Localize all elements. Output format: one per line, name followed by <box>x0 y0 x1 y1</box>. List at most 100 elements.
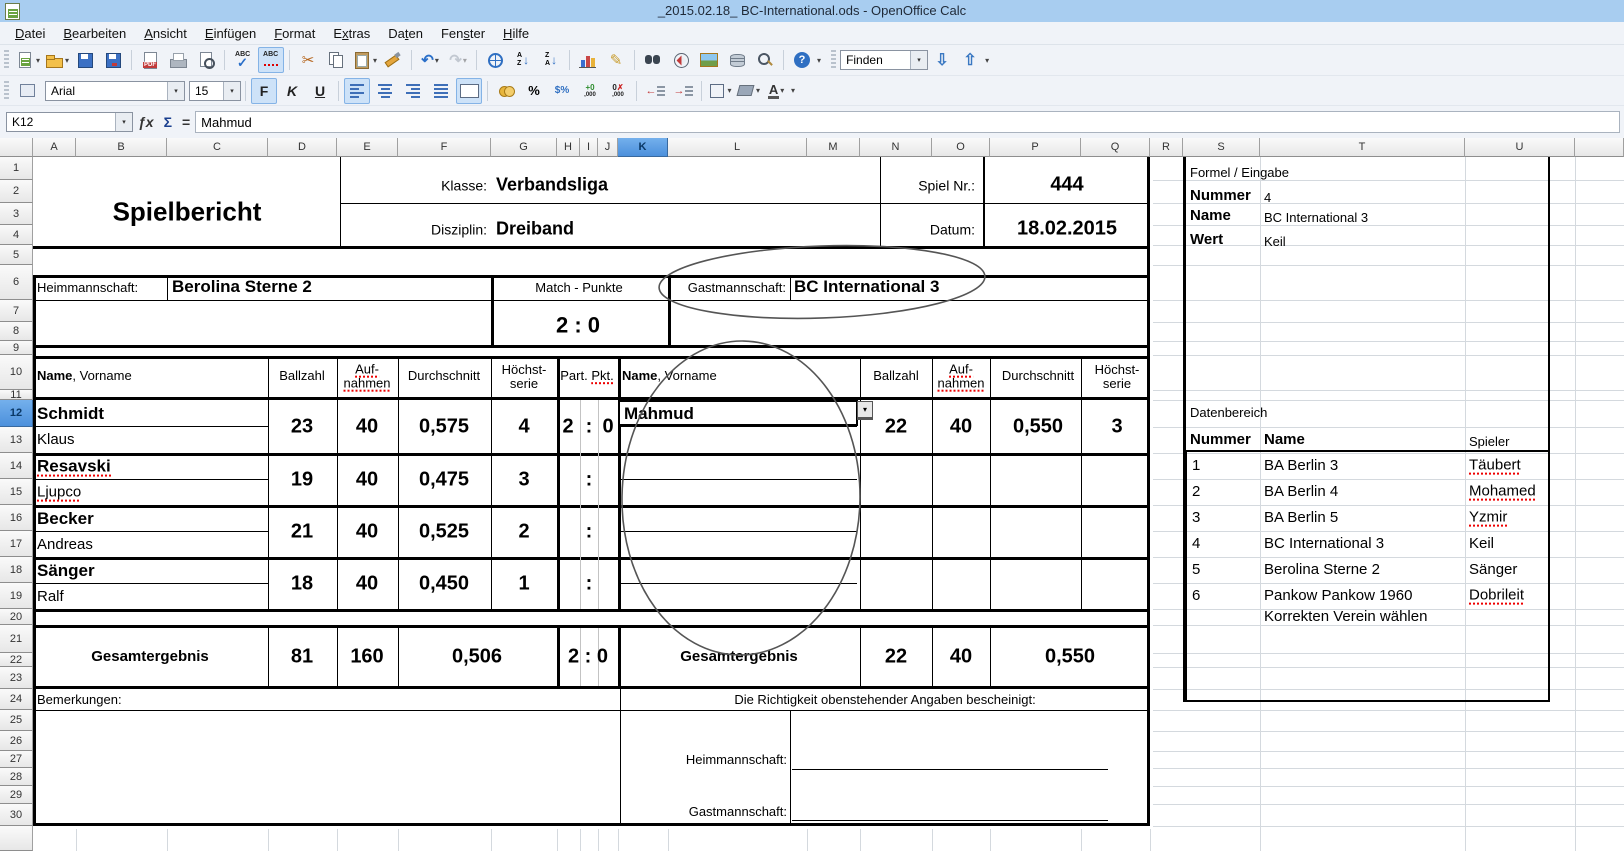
gast-label-cell[interactable]: Gastmannschaft: <box>688 281 786 295</box>
header-hoechstserie[interactable]: serie <box>1103 377 1131 391</box>
column-header-C[interactable]: C <box>167 138 268 157</box>
player-firstname-cell[interactable]: Klaus <box>37 432 75 448</box>
menu-format[interactable]: Format <box>265 24 324 43</box>
field-nummer-value[interactable]: 4 <box>1264 191 1271 205</box>
column-header-H[interactable]: H <box>557 138 580 157</box>
player-ballzahl-cell[interactable]: 18 <box>291 573 313 595</box>
datum-label-cell[interactable]: Datum: <box>930 222 975 238</box>
font-name-select[interactable]: Arial ▾ <box>45 80 185 101</box>
player-part-cell[interactable]: 2 <box>562 416 573 438</box>
row-header-5[interactable]: 5 <box>0 245 33 265</box>
player-aufnahmen-cell[interactable]: 40 <box>356 521 378 543</box>
row-header-6[interactable]: 6 <box>0 265 33 300</box>
bemerkungen-label-cell[interactable]: Bemerkungen: <box>37 693 122 707</box>
column-header-S[interactable]: S <box>1183 138 1260 157</box>
column-header-Q[interactable]: Q <box>1081 138 1150 157</box>
datenbereich-spieler-cell[interactable]: Keil <box>1469 536 1494 552</box>
menu-einfügen[interactable]: Einfügen <box>196 24 265 43</box>
header-durchschnitt[interactable]: Durchschnitt <box>408 369 480 383</box>
menu-daten[interactable]: Daten <box>379 24 432 43</box>
row-header-4[interactable]: 4 <box>0 225 33 245</box>
player-hoechstserie-cell[interactable]: 1 <box>518 573 529 595</box>
guest-player-name-cell[interactable]: Mahmud <box>624 405 694 423</box>
validation-dropdown-button[interactable]: ▾ <box>857 401 873 420</box>
row-header-3[interactable]: 3 <box>0 203 33 225</box>
player-surname-cell[interactable]: Becker <box>37 510 94 528</box>
column-header-A[interactable]: A <box>33 138 76 157</box>
toolbar-grip[interactable] <box>4 80 9 101</box>
datenbereich-name-cell[interactable]: BA Berlin 5 <box>1264 510 1338 526</box>
player-durchschnitt-cell[interactable]: 0,575 <box>419 416 469 438</box>
row-header-29[interactable]: 29 <box>0 786 33 804</box>
column-header-N[interactable]: N <box>860 138 932 157</box>
match-punkte-label-cell[interactable]: Match - Punkte <box>535 281 622 295</box>
datenbereich-name-cell[interactable]: Berolina Sterne 2 <box>1264 562 1380 578</box>
row-header-blank[interactable] <box>0 826 33 851</box>
row-header-24[interactable]: 24 <box>0 689 33 710</box>
toolbar-grip[interactable] <box>831 50 837 70</box>
field-wert-value[interactable]: Keil <box>1264 235 1286 249</box>
player-ballzahl-cell[interactable]: 21 <box>291 521 313 543</box>
row-header-2[interactable]: 2 <box>0 180 33 203</box>
row-header-8[interactable]: 8 <box>0 322 33 341</box>
column-header-L[interactable]: L <box>668 138 807 157</box>
richtigkeit-cell[interactable]: Die Richtigkeit obenstehender Angaben be… <box>734 693 1035 707</box>
paste-button[interactable]: ▾ <box>351 47 378 73</box>
column-header-T[interactable]: T <box>1260 138 1465 157</box>
datenbereich-name-cell[interactable]: BA Berlin 3 <box>1264 458 1338 474</box>
row-header-30[interactable]: 30 <box>0 804 33 826</box>
menu-fenster[interactable]: Fenster <box>432 24 494 43</box>
currency-format-button[interactable] <box>493 78 519 104</box>
player-ballzahl-cell[interactable]: 19 <box>291 469 313 491</box>
navigator-button[interactable] <box>668 47 694 73</box>
datenbereich-nummer-cell[interactable]: 2 <box>1192 484 1200 500</box>
toolbar-overflow-icon[interactable]: ▾ <box>817 56 821 65</box>
header-name-vorname[interactable]: Name, Vorname <box>37 369 132 383</box>
new-button[interactable]: ▾ <box>14 47 41 73</box>
gesamt-home-durchschnitt[interactable]: 0,506 <box>452 646 502 668</box>
menu-datei[interactable]: Datei <box>6 24 54 43</box>
align-right-button[interactable] <box>400 78 426 104</box>
column-header-I[interactable]: I <box>580 138 598 157</box>
spellcheck-button[interactable]: ABC ✓ <box>230 47 256 73</box>
cut-button[interactable]: ✂ <box>295 47 321 73</box>
gast-value-cell[interactable]: BC International 3 <box>794 278 939 296</box>
player-firstname-cell[interactable]: Ralf <box>37 589 64 605</box>
borders-dropdown-icon[interactable]: ▾ <box>727 86 731 95</box>
heim-label-cell[interactable]: Heimmannschaft: <box>37 281 138 295</box>
row-header-21[interactable]: 21 <box>0 625 33 653</box>
guest-ballzahl-cell[interactable]: 22 <box>885 416 907 438</box>
datenbereich-nummer-cell[interactable]: 3 <box>1192 510 1200 526</box>
find-next-button[interactable]: ⇩ <box>929 47 955 73</box>
hyperlink-button[interactable] <box>482 47 508 73</box>
find-dropdown-icon[interactable]: ▾ <box>910 51 928 69</box>
player-durchschnitt-cell[interactable]: 0,525 <box>419 521 469 543</box>
help-button[interactable]: ? <box>789 47 815 73</box>
datenbereich-spieler-cell[interactable]: Täubert <box>1469 457 1521 475</box>
toolbar-grip[interactable] <box>4 50 9 70</box>
gallery-button[interactable] <box>696 47 722 73</box>
name-box-dropdown-icon[interactable]: ▾ <box>115 113 132 131</box>
disziplin-label-cell[interactable]: Disziplin: <box>431 222 487 238</box>
column-header-E[interactable]: E <box>337 138 398 157</box>
font-color-button[interactable]: A ▾ <box>763 78 789 104</box>
format-paintbrush-button[interactable] <box>380 47 406 73</box>
row-header-1[interactable]: 1 <box>0 157 33 180</box>
datenbereich-spieler-cell[interactable]: Yzmir <box>1469 509 1508 527</box>
disziplin-value-cell[interactable]: Dreiband <box>496 219 574 239</box>
copy-button[interactable] <box>323 47 349 73</box>
guest-aufnahmen-cell[interactable]: 40 <box>950 416 972 438</box>
delete-decimal-button[interactable]: 0✗ ,000 <box>605 78 631 104</box>
datenbereich-header[interactable]: Datenbereich <box>1190 406 1267 420</box>
row-header-26[interactable]: 26 <box>0 731 33 751</box>
header-part-pkt[interactable]: Part. Pkt. <box>560 368 614 385</box>
export-pdf-button[interactable]: PDF <box>137 47 163 73</box>
find-input[interactable]: Finden ▾ <box>840 50 929 70</box>
gesamt-home-aufnahmen[interactable]: 160 <box>350 646 383 668</box>
row-header-23[interactable]: 23 <box>0 667 33 689</box>
toolbar-overflow-icon[interactable]: ▾ <box>791 86 795 95</box>
datenbereich-note[interactable]: Korrekten Verein wählen <box>1264 609 1427 625</box>
paste-dropdown-icon[interactable]: ▾ <box>373 56 377 65</box>
function-wizard-icon[interactable]: ƒx <box>138 114 154 130</box>
datenbereich-nummer-cell[interactable]: 6 <box>1192 588 1200 604</box>
